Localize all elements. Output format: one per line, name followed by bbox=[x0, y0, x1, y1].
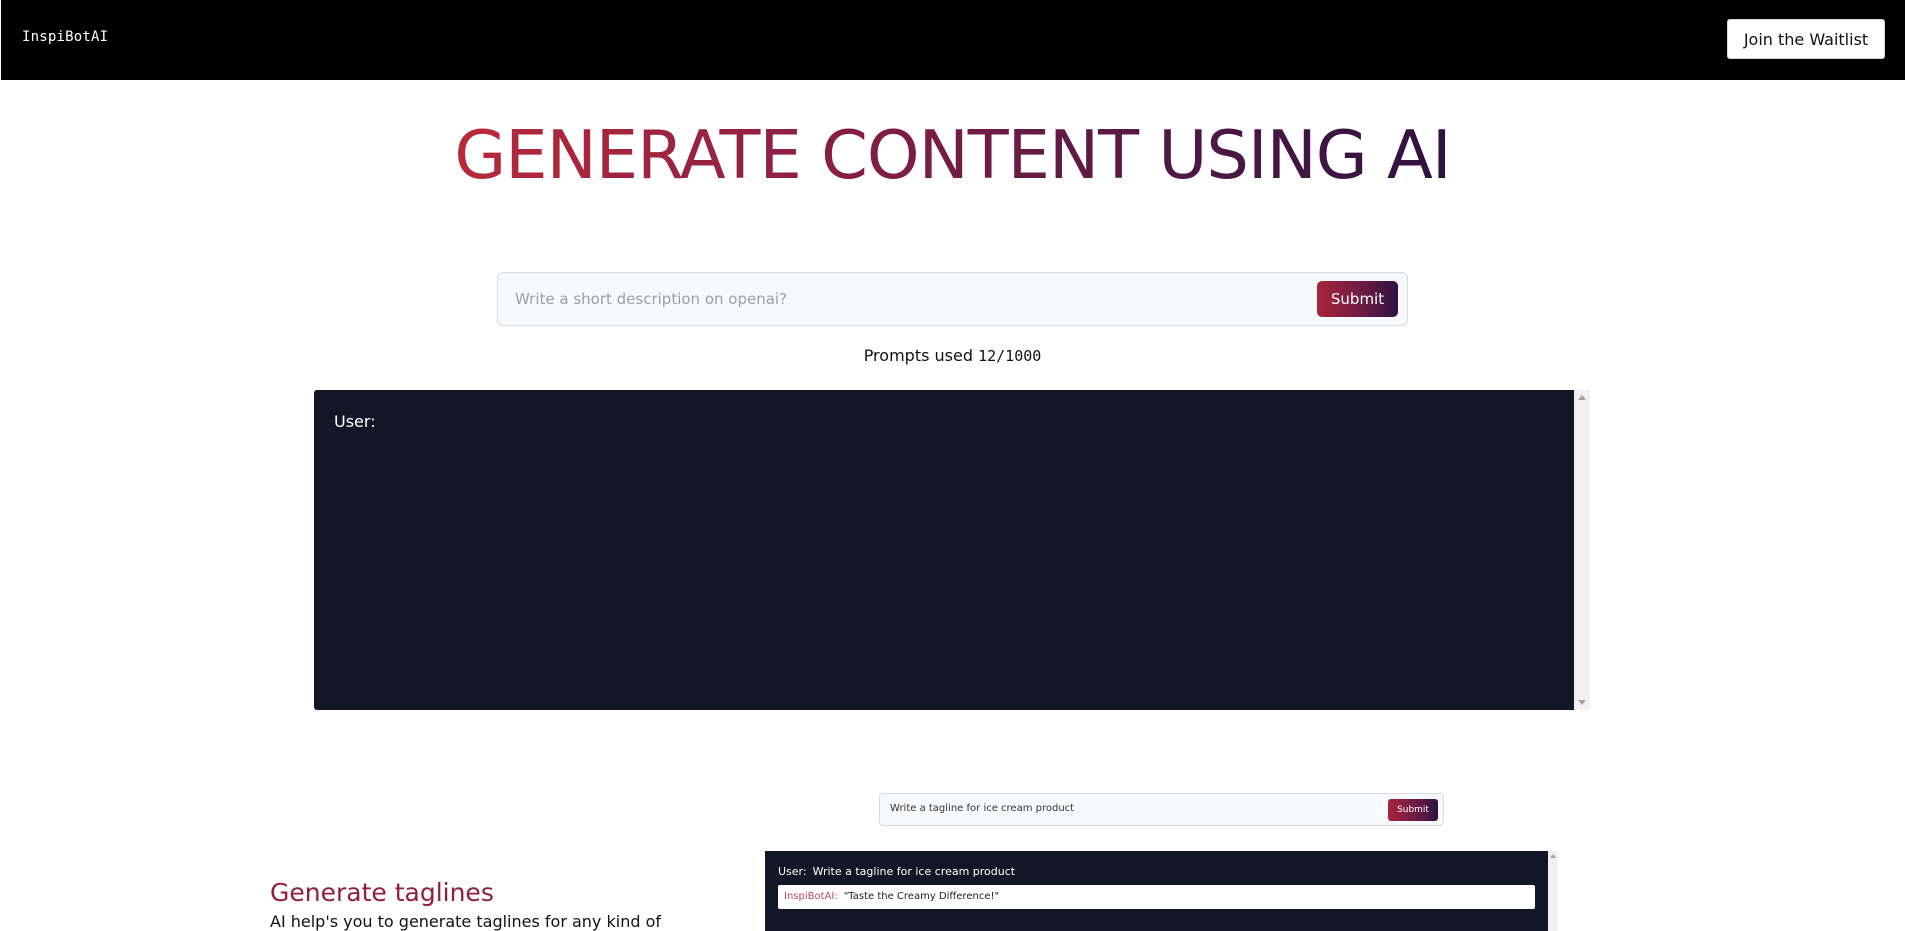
feature-description: AI help's you to generate taglines for a… bbox=[270, 912, 661, 931]
preview-user-message: User: Write a tagline for ice cream produ… bbox=[778, 865, 1015, 878]
chat-output-panel[interactable]: User: bbox=[314, 390, 1574, 710]
brand-logo-text[interactable]: InspiBotAI bbox=[22, 29, 108, 45]
preview-bot-text: "Taste the Creamy Difference!" bbox=[843, 891, 1000, 902]
top-navbar: InspiBotAI Join the Waitlist bbox=[1, 0, 1905, 80]
chat-scrollbar[interactable] bbox=[1574, 390, 1590, 710]
preview-bot-label: InspiBotAI: bbox=[784, 891, 838, 902]
preview-bot-reply: InspiBotAI: "Taste the Creamy Difference!… bbox=[778, 885, 1535, 909]
feature-title: Generate taglines bbox=[270, 878, 494, 907]
prompts-used-counter: Prompts used 12/1000 bbox=[0, 346, 1905, 365]
scroll-down-arrow-icon[interactable] bbox=[1578, 700, 1586, 705]
prompt-input[interactable] bbox=[499, 274, 1309, 324]
scroll-up-arrow-icon[interactable] bbox=[1578, 395, 1586, 400]
preview-scroll-up-icon bbox=[1550, 854, 1556, 858]
page-title: GENERATE CONTENT USING AI bbox=[0, 110, 1905, 200]
preview-user-label: User: bbox=[778, 865, 807, 878]
join-waitlist-button[interactable]: Join the Waitlist bbox=[1727, 19, 1885, 59]
prompt-form: Submit bbox=[497, 272, 1408, 326]
preview-user-text: Write a tagline for ice cream product bbox=[812, 865, 1016, 878]
preview-submit-button: Submit bbox=[1388, 799, 1438, 821]
preview-chat-panel: User: Write a tagline for ice cream produ… bbox=[765, 851, 1548, 931]
submit-button[interactable]: Submit bbox=[1317, 281, 1398, 317]
chat-user-label: User: bbox=[334, 412, 376, 431]
page-title-text: GENERATE CONTENT USING AI bbox=[448, 110, 1456, 200]
prompts-used-count: 12/1000 bbox=[978, 347, 1042, 365]
preview-prompt-form: Write a tagline for ice cream product Su… bbox=[879, 793, 1444, 826]
preview-prompt-text: Write a tagline for ice cream product bbox=[890, 803, 1075, 814]
preview-scrollbar bbox=[1548, 851, 1558, 931]
prompts-used-label: Prompts used bbox=[863, 346, 973, 365]
